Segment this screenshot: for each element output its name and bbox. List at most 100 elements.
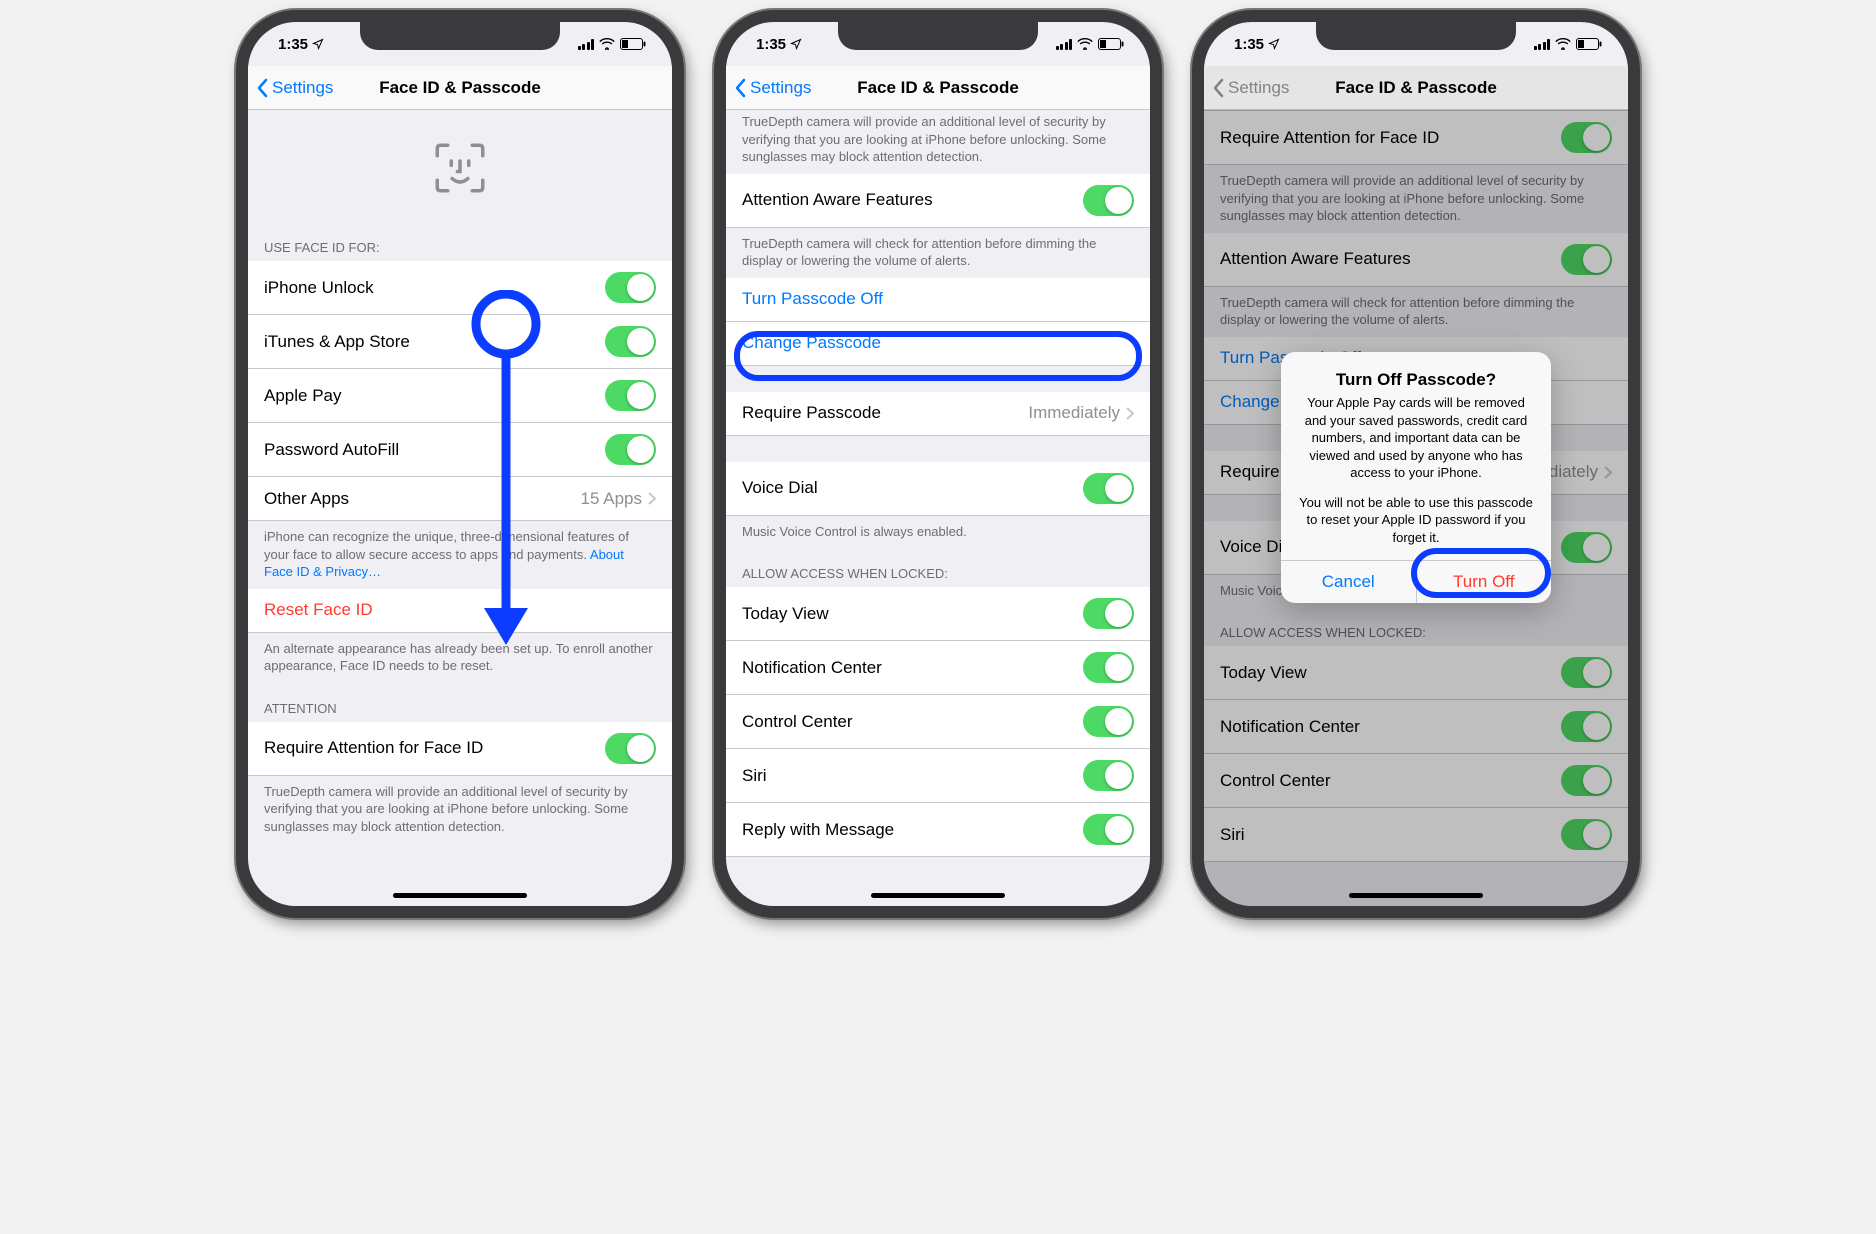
cell-apple-pay[interactable]: Apple Pay (248, 369, 672, 423)
back-label: Settings (750, 78, 811, 98)
section-attention: ATTENTION (248, 683, 672, 722)
cell-signal-icon (578, 39, 595, 50)
notch (1316, 22, 1516, 50)
label: Voice Dial (742, 478, 818, 498)
section-use-face-id: USE FACE ID FOR: (248, 222, 672, 261)
toggle-apple-pay[interactable] (605, 380, 656, 411)
content-1[interactable]: USE FACE ID FOR: iPhone Unlock iTunes & … (248, 110, 672, 906)
toggle-attention-aware[interactable] (1083, 185, 1134, 216)
battery-icon (1098, 38, 1124, 50)
cell-require-attention[interactable]: Require Attention for Face ID (248, 722, 672, 776)
cell-require-passcode[interactable]: Require PasscodeImmediately (726, 392, 1150, 436)
cell-siri[interactable]: Siri (726, 749, 1150, 803)
toggle-iphone-unlock[interactable] (605, 272, 656, 303)
nav-title: Face ID & Passcode (1335, 78, 1497, 98)
notch (360, 22, 560, 50)
toggle-require-attention[interactable] (605, 733, 656, 764)
label: Turn Passcode Off (742, 289, 883, 309)
label: iTunes & App Store (264, 332, 410, 352)
location-icon (790, 38, 802, 50)
footer-reset: An alternate appearance has already been… (248, 633, 672, 683)
cell-turn-passcode-off[interactable]: Turn Passcode Off (726, 278, 1150, 322)
cell-itunes[interactable]: iTunes & App Store (248, 315, 672, 369)
back-label: Settings (272, 78, 333, 98)
cell-reset-face-id[interactable]: Reset Face ID (248, 589, 672, 633)
label: Other Apps (264, 489, 349, 509)
notch (838, 22, 1038, 50)
cell-attention-aware[interactable]: Attention Aware Features (726, 174, 1150, 228)
alert-turn-off-passcode: Turn Off Passcode? Your Apple Pay cards … (1281, 352, 1551, 603)
nav-bar: Settings Face ID & Passcode (248, 66, 672, 110)
home-indicator[interactable] (871, 893, 1005, 898)
cell-today-view[interactable]: Today View (726, 587, 1150, 641)
cell-signal-icon (1534, 39, 1551, 50)
wifi-icon (1555, 38, 1571, 50)
toggle-voice-dial[interactable] (1083, 473, 1134, 504)
battery-icon (620, 38, 646, 50)
label: Change Passcode (742, 333, 881, 353)
cell-signal-icon (1056, 39, 1073, 50)
cell-password-autofill[interactable]: Password AutoFill (248, 423, 672, 477)
cell-iphone-unlock[interactable]: iPhone Unlock (248, 261, 672, 315)
content-2[interactable]: TrueDepth camera will provide an additio… (726, 110, 1150, 906)
back-button[interactable]: Settings (256, 78, 333, 98)
footer-truedepth-partial: TrueDepth camera will provide an additio… (726, 110, 1150, 174)
footer-attention: TrueDepth camera will provide an additio… (248, 776, 672, 844)
faceid-hero-icon (248, 110, 672, 222)
label: Require Passcode (742, 403, 881, 423)
toggle-siri[interactable] (1083, 760, 1134, 791)
cell-change-passcode[interactable]: Change Passcode (726, 322, 1150, 366)
toggle-control-center[interactable] (1083, 706, 1134, 737)
screen-1: 1:35 Settings Face ID & Passcode (248, 22, 672, 906)
toggle-password-autofill[interactable] (605, 434, 656, 465)
footer-voice-dial: Music Voice Control is always enabled. (726, 516, 1150, 549)
label: Require Attention for Face ID (264, 738, 483, 758)
toggle-itunes[interactable] (605, 326, 656, 357)
toggle-today-view[interactable] (1083, 598, 1134, 629)
cell-other-apps[interactable]: Other Apps 15 Apps (248, 477, 672, 521)
alert-title: Turn Off Passcode? (1297, 370, 1535, 390)
label: Notification Center (742, 658, 882, 678)
section-allow-access: ALLOW ACCESS WHEN LOCKED: (726, 548, 1150, 587)
chevron-left-icon (1212, 78, 1224, 98)
nav-bar: Settings Face ID & Passcode (1204, 66, 1628, 110)
label: Reset Face ID (264, 600, 373, 620)
home-indicator[interactable] (1349, 893, 1483, 898)
alert-cancel-button[interactable]: Cancel (1281, 561, 1416, 603)
cell-control-center[interactable]: Control Center (726, 695, 1150, 749)
cell-notification-center[interactable]: Notification Center (726, 641, 1150, 695)
status-time: 1:35 (756, 36, 786, 53)
battery-icon (1576, 38, 1602, 50)
back-button: Settings (1212, 78, 1289, 98)
label: Password AutoFill (264, 440, 399, 460)
label: Reply with Message (742, 820, 894, 840)
home-indicator[interactable] (393, 893, 527, 898)
back-button[interactable]: Settings (734, 78, 811, 98)
toggle-notification-center[interactable] (1083, 652, 1134, 683)
toggle-reply-with-message[interactable] (1083, 814, 1134, 845)
detail: 15 Apps (581, 489, 642, 509)
chevron-right-icon (648, 492, 656, 505)
label: Apple Pay (264, 386, 342, 406)
alert-turn-off-button[interactable]: Turn Off (1416, 561, 1552, 603)
nav-title: Face ID & Passcode (379, 78, 541, 98)
phone-3: 1:35 Settings Face ID & Passcode Require… (1192, 10, 1640, 918)
label: Siri (742, 766, 767, 786)
cell-voice-dial[interactable]: Voice Dial (726, 462, 1150, 516)
phone-1: 1:35 Settings Face ID & Passcode (236, 10, 684, 918)
back-label: Settings (1228, 78, 1289, 98)
footer-face-id: iPhone can recognize the unique, three-d… (248, 521, 672, 589)
label: Control Center (742, 712, 853, 732)
phone-2: 1:35 Settings Face ID & Passcode TrueDep… (714, 10, 1162, 918)
nav-bar: Settings Face ID & Passcode (726, 66, 1150, 110)
screen-2: 1:35 Settings Face ID & Passcode TrueDep… (726, 22, 1150, 906)
nav-title: Face ID & Passcode (857, 78, 1019, 98)
status-time: 1:35 (1234, 36, 1264, 53)
wifi-icon (599, 38, 615, 50)
chevron-right-icon (1126, 407, 1134, 420)
label: Today View (742, 604, 829, 624)
screen-3: 1:35 Settings Face ID & Passcode Require… (1204, 22, 1628, 906)
cell-reply-with-message[interactable]: Reply with Message (726, 803, 1150, 857)
alert-message-1: Your Apple Pay cards will be removed and… (1297, 394, 1535, 482)
chevron-left-icon (734, 78, 746, 98)
